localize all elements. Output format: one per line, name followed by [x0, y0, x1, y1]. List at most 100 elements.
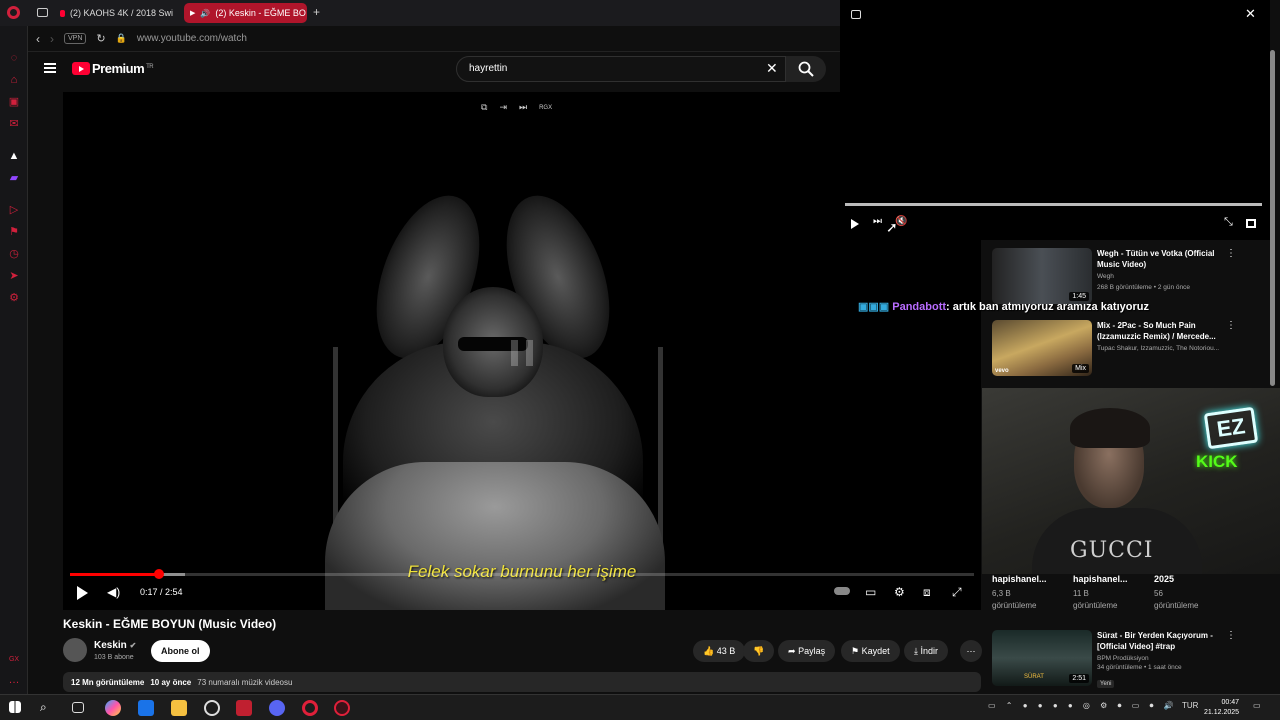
clock[interactable]: 00:47 21.12.2025 — [1204, 698, 1239, 718]
search-input[interactable]: hayrettin — [456, 56, 786, 82]
exit-icon[interactable]: ⇥ — [499, 102, 507, 114]
recommendations-lower: hapishanel... 6,3 B görüntüleme hapishan… — [982, 574, 1280, 694]
outlook-icon[interactable] — [138, 700, 154, 716]
list-item[interactable]: 1:45 Wegh - Tütün ve Votka (Official Mus… — [992, 248, 1262, 304]
subscribe-button[interactable]: Abone ol — [151, 640, 210, 662]
windows-start-icon[interactable] — [9, 701, 21, 713]
rec-title[interactable]: Mix - 2Pac - So Much Pain (Izzamuzzic Re… — [1097, 320, 1227, 342]
more-vert-icon[interactable]: ⋮ — [1226, 320, 1236, 331]
copilot-icon[interactable] — [105, 700, 121, 716]
task-view-icon[interactable] — [72, 702, 84, 713]
pip-progress-bar[interactable] — [845, 203, 1262, 206]
skip-icon[interactable]: ⏭ — [519, 102, 527, 114]
rec-channel[interactable]: Wegh — [1097, 272, 1227, 281]
clear-search-icon[interactable]: ✕ — [766, 60, 778, 77]
more-actions-button[interactable]: ⋯ — [960, 640, 982, 662]
miniplayer-icon[interactable]: ⧉ — [481, 102, 487, 114]
rec-title[interactable]: Sürat - Bir Yerden Kaçıyorum - [Official… — [1097, 630, 1227, 652]
settings-gear-icon[interactable]: ⚙ — [894, 585, 905, 599]
mail-icon[interactable]: ✉ — [8, 118, 20, 130]
history-icon[interactable]: ◷ — [8, 248, 20, 260]
notification-icon[interactable]: ▭ — [1253, 701, 1261, 710]
video-thumbnail[interactable]: 1:45 — [992, 248, 1092, 304]
theater-mode-icon[interactable]: ⧈ — [923, 585, 931, 600]
share-button[interactable]: ➦ Paylaş — [778, 640, 836, 662]
file-explorer-icon[interactable] — [171, 700, 187, 716]
twitch-icon[interactable]: ▰ — [8, 172, 20, 184]
list-item[interactable]: SÜRAT 2:51 Sürat - Bir Yerden Kaçıyorum … — [992, 630, 1262, 688]
volume-icon[interactable]: ◀) — [107, 585, 120, 599]
language-indicator[interactable]: TUR — [1182, 701, 1198, 710]
list-item[interactable]: Mix vevo Mix - 2Pac - So Much Pain (Izza… — [992, 320, 1262, 376]
more-vert-icon[interactable]: ⋮ — [1226, 248, 1236, 259]
channel-avatar[interactable] — [63, 638, 87, 662]
shorts-item[interactable]: 2025 56 görüntüleme — [1154, 574, 1198, 612]
tray-icons[interactable]: ▭ ⌃ ● ● ● ● ◎ ⚙ ⏺ ▭ ⏺ 🔊 — [988, 701, 1178, 711]
play-icon[interactable]: ▷ — [8, 204, 20, 216]
opera-logo-icon[interactable] — [7, 6, 20, 19]
pip-back-to-tab-icon[interactable] — [851, 10, 861, 19]
video-thumbnail[interactable]: SÜRAT 2:51 — [992, 630, 1092, 686]
more-vert-icon[interactable]: ⋮ — [1226, 630, 1236, 641]
vpn-badge[interactable]: VPN — [64, 33, 87, 44]
brand-label[interactable]: Premium TR — [92, 61, 154, 76]
voice-app-icon[interactable] — [236, 700, 252, 716]
chat-text: : artık ban atmıyoruz aramıza katıyoruz — [946, 301, 1149, 313]
opera-gx-icon[interactable] — [334, 700, 350, 716]
channel-name[interactable]: Keskin ✔ — [94, 640, 136, 651]
reload-icon[interactable]: ↻ — [96, 32, 105, 45]
settings-icon[interactable]: ⚙ — [8, 292, 20, 304]
pip-window[interactable]: ✕ ⏭ 🔇 ➚ ⤡ — [840, 0, 1270, 240]
app-icon[interactable] — [204, 700, 220, 716]
tab-manager-icon[interactable] — [37, 8, 48, 17]
download-button[interactable]: ⤓ İndir — [904, 640, 949, 662]
fullscreen-icon[interactable]: ⤢ — [952, 585, 962, 600]
send-icon[interactable]: ➤ — [8, 270, 20, 282]
pip-resize-icon[interactable]: ⤡ — [1224, 216, 1233, 229]
search-icon[interactable]: ⌕ — [40, 700, 56, 716]
discord-icon[interactable] — [269, 700, 285, 716]
pip-play-icon[interactable] — [851, 219, 859, 229]
description-box[interactable]: 12 Mn görüntüleme 10 ay önce 73 numaralı m… — [63, 672, 981, 692]
workspace-icon[interactable]: ⌂ — [8, 74, 20, 86]
rec-channel[interactable]: BPM Prodüksiyon — [1097, 654, 1227, 663]
aria-icon[interactable]: ◌ — [8, 52, 20, 64]
opera-icon[interactable] — [302, 700, 318, 716]
rec-meta: 268 B görüntüleme • 2 gün önce — [1097, 284, 1190, 291]
dislike-button[interactable]: 👎 — [743, 640, 775, 662]
menu-icon[interactable] — [44, 63, 56, 73]
scrubber-knob[interactable] — [153, 569, 164, 579]
gx-icon[interactable]: GX — [8, 654, 20, 666]
rec-title[interactable]: Wegh - Tütün ve Votka (Official Music Vi… — [1097, 248, 1227, 270]
close-icon[interactable]: ✕ — [1245, 6, 1256, 22]
mountain-icon[interactable]: ▲ — [8, 150, 20, 162]
new-badge: Yeni — [1097, 680, 1115, 688]
forward-icon[interactable]: › — [50, 32, 54, 46]
progress-bar[interactable] — [70, 569, 974, 579]
back-icon[interactable]: ‹ — [36, 32, 40, 46]
pip-next-icon[interactable]: ⏭ — [873, 216, 882, 227]
youtube-logo-icon[interactable] — [72, 62, 90, 75]
shorts-item[interactable]: hapishanel... 11 B görüntüleme — [1073, 574, 1128, 612]
autoplay-toggle-icon[interactable] — [834, 587, 850, 595]
rgx-icon[interactable]: RGX — [539, 102, 552, 114]
save-button[interactable]: ⚑ Kaydet — [841, 640, 900, 662]
play-icon[interactable] — [77, 586, 88, 600]
rec-channel[interactable]: Tupac Shakur, Izzamuzzic, The Notoriou..… — [1097, 344, 1227, 353]
url-field[interactable]: www.youtube.com/watch — [137, 33, 247, 44]
bookmark-icon[interactable]: ⚑ — [8, 226, 20, 238]
tab-keskin[interactable]: ▶ 🔊 (2) Keskin - EĞME BO — [184, 3, 307, 23]
tab-kaohs[interactable]: (2) KAOHS 4K / 2018 Swi — [54, 3, 179, 23]
new-tab-button[interactable]: + — [313, 5, 320, 19]
pip-fullscreen-icon[interactable] — [1246, 219, 1256, 228]
youtube-favicon-icon — [60, 9, 65, 17]
search-button[interactable] — [786, 56, 826, 82]
page-scrollbar[interactable] — [1270, 50, 1275, 386]
messenger-icon[interactable]: ▣ — [8, 96, 20, 108]
video-tagline: 73 numaralı müzik videosu — [197, 678, 293, 687]
like-button[interactable]: 👍 43 B — [693, 640, 746, 662]
captions-icon[interactable]: ▭ — [865, 585, 876, 599]
more-icon[interactable]: … — [8, 674, 20, 686]
shorts-item[interactable]: hapishanel... 6,3 B görüntüleme — [992, 574, 1047, 612]
video-thumbnail[interactable]: Mix vevo — [992, 320, 1092, 376]
